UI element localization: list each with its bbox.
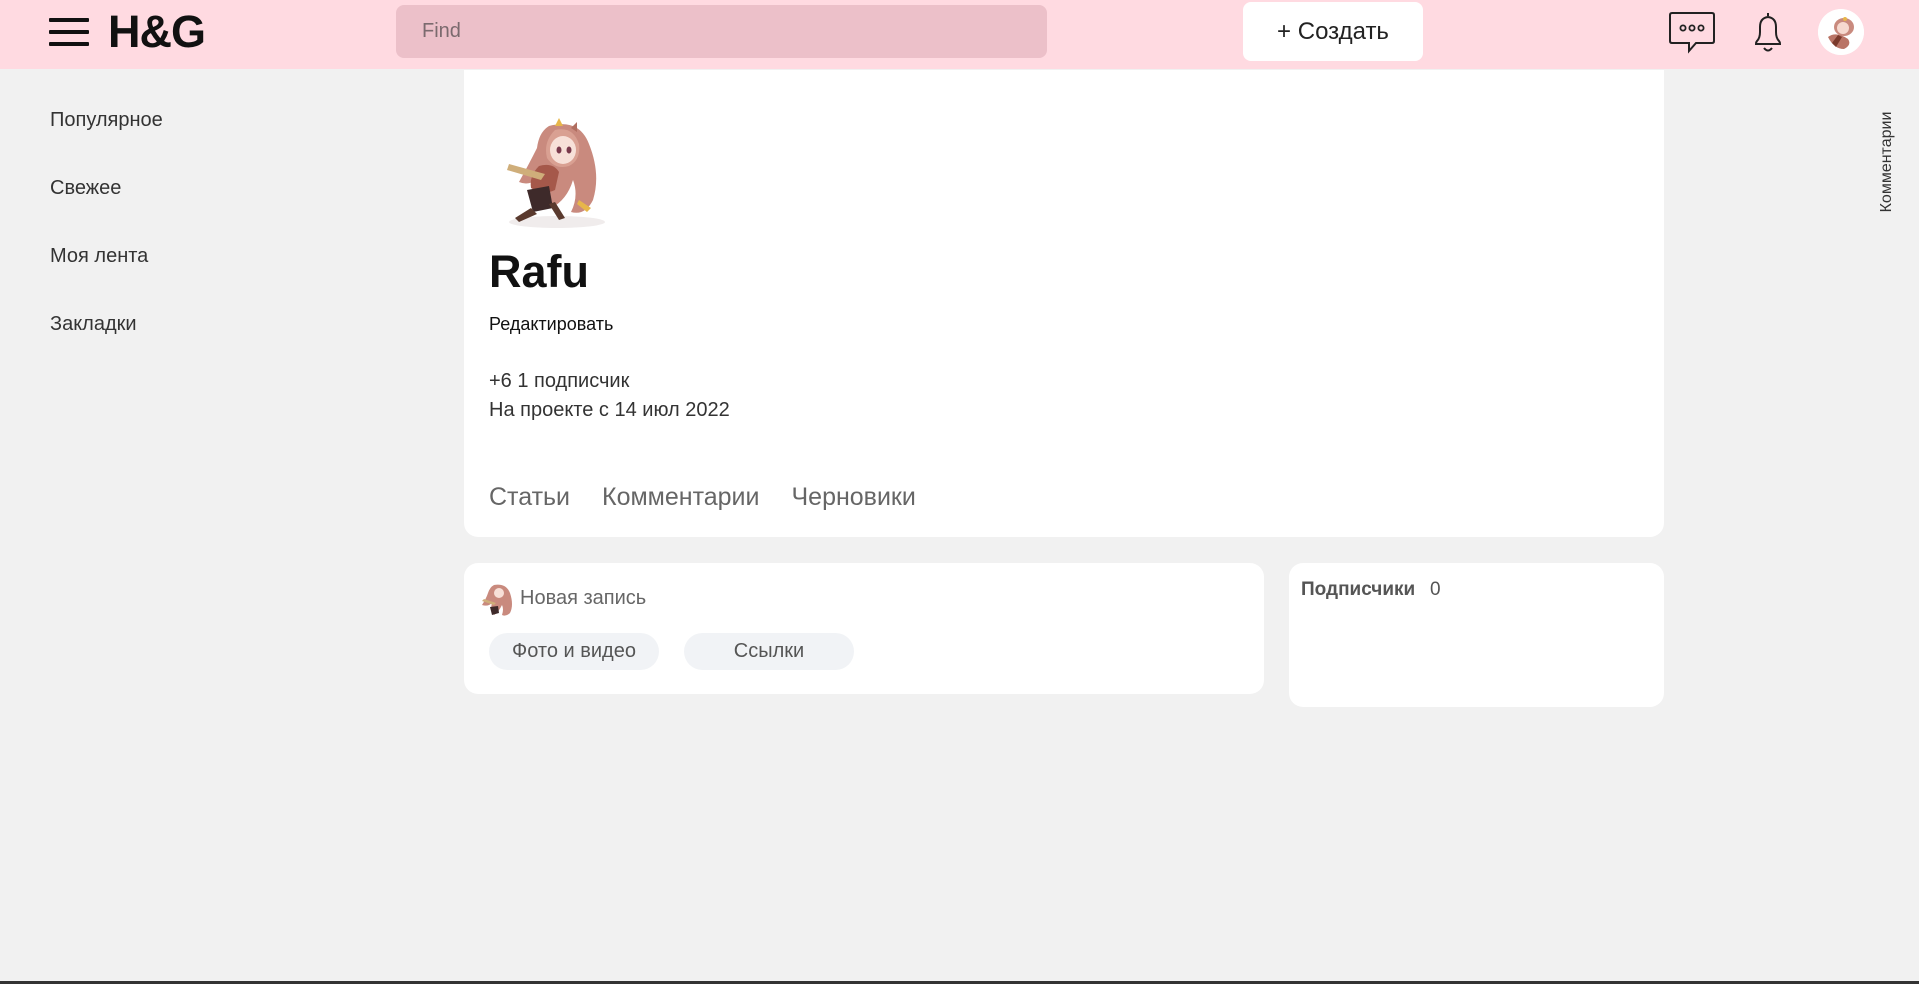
site-logo[interactable]: H&G xyxy=(108,7,206,57)
chat-icon[interactable] xyxy=(1668,10,1716,54)
photo-video-chip[interactable]: Фото и видео xyxy=(489,633,659,670)
sidebar-nav: Популярное Свежее Моя лента Закладки xyxy=(50,100,163,372)
edit-profile-link[interactable]: Редактировать xyxy=(489,314,613,335)
profile-stats: +6 1 подписчик На проекте с 14 июл 2022 xyxy=(489,367,730,425)
links-chip[interactable]: Ссылки xyxy=(684,633,854,670)
subscribers-count: 0 xyxy=(1430,579,1441,600)
menu-icon[interactable] xyxy=(49,18,89,46)
new-post-prompt[interactable]: Новая запись xyxy=(520,587,646,610)
sidebar-item-popular[interactable]: Популярное xyxy=(50,100,163,168)
subscribers-title[interactable]: Подписчики xyxy=(1301,579,1415,601)
new-post-avatar xyxy=(476,579,516,619)
avatar[interactable] xyxy=(1818,9,1864,55)
new-post-card: Новая запись Фото и видео Ссылки xyxy=(464,563,1264,694)
sidebar-item-bookmarks[interactable]: Закладки xyxy=(50,304,163,372)
profile-avatar xyxy=(489,104,619,234)
joined-date: На проекте с 14 июл 2022 xyxy=(489,399,730,421)
create-button[interactable]: + Создать xyxy=(1243,2,1423,61)
top-header: H&G + Создать xyxy=(0,0,1919,69)
profile-tabs: Статьи Комментарии Черновики xyxy=(489,483,916,512)
subscribers-card: Подписчики 0 xyxy=(1289,563,1664,707)
tab-articles[interactable]: Статьи xyxy=(489,483,570,512)
bell-icon[interactable] xyxy=(1748,10,1788,56)
sidebar-item-my-feed[interactable]: Моя лента xyxy=(50,236,163,304)
tab-drafts[interactable]: Черновики xyxy=(792,483,916,512)
comments-panel-label: Комментарии xyxy=(1878,111,1895,213)
sidebar-item-fresh[interactable]: Свежее xyxy=(50,168,163,236)
profile-name: Rafu xyxy=(489,246,589,297)
comments-panel-toggle[interactable]: Комментарии xyxy=(1865,108,1895,220)
search-input[interactable] xyxy=(396,5,1047,58)
rating-subscribers: +6 1 подписчик xyxy=(489,370,630,392)
profile-card: Rafu Редактировать +6 1 подписчик На про… xyxy=(464,70,1664,537)
tab-comments[interactable]: Комментарии xyxy=(602,483,759,512)
